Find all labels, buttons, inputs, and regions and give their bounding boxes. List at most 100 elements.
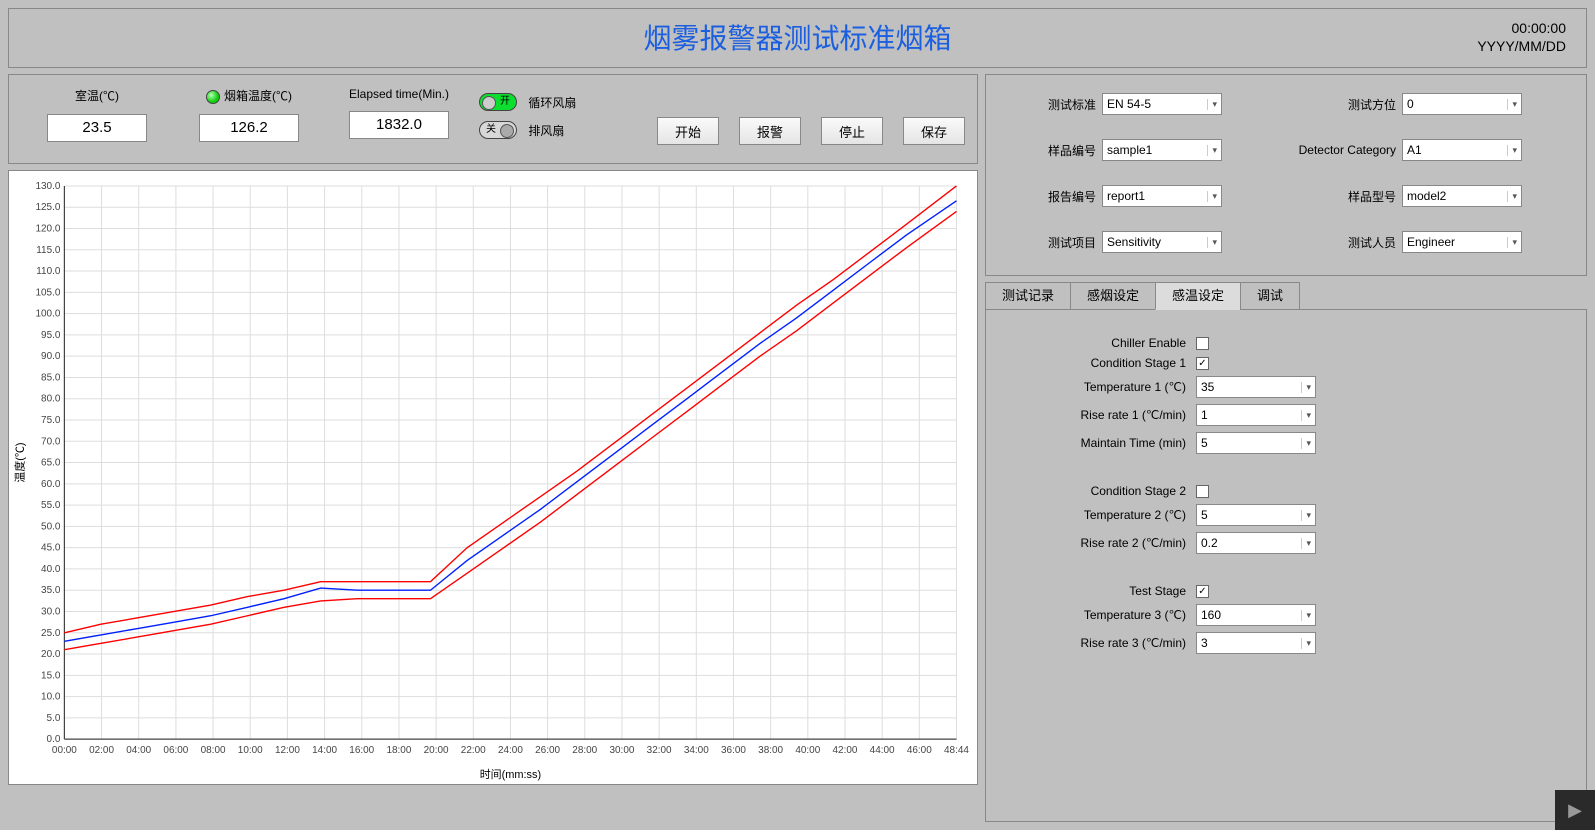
tab-area: 测试记录 感烟设定 感温设定 调试 Chiller Enable Conditi… [985,282,1587,822]
svg-text:105.0: 105.0 [35,287,60,298]
test-orientation-combo[interactable]: 0▾ [1402,93,1522,115]
temp2-label: Temperature 2 (℃) [986,508,1186,522]
maintain-combo[interactable]: 5▾ [1196,432,1316,454]
svg-text:12:00: 12:00 [275,745,300,756]
chevron-down-icon: ▾ [1301,382,1311,393]
tab-temp-settings[interactable]: 感温设定 [1155,282,1241,310]
test-stage-checkbox[interactable]: ✓ [1196,585,1209,598]
svg-text:42:00: 42:00 [833,745,858,756]
svg-text:40:00: 40:00 [795,745,820,756]
svg-text:温度(℃): 温度(℃) [13,442,27,482]
room-temp-value: 23.5 [47,114,147,142]
chiller-enable-checkbox[interactable] [1196,337,1209,350]
test-standard-label: 测试标准 [986,96,1096,113]
svg-text:30:00: 30:00 [609,745,634,756]
svg-text:10:00: 10:00 [238,745,263,756]
svg-text:10.0: 10.0 [41,692,61,703]
elapsed-value: 1832.0 [349,111,449,139]
svg-text:100.0: 100.0 [35,309,60,320]
exhaust-fan-label: 排风扇 [528,124,564,138]
tester-combo[interactable]: Engineer▾ [1402,231,1522,253]
start-button[interactable]: 开始 [657,117,719,145]
sample-id-combo[interactable]: sample1▾ [1102,139,1222,161]
chamber-temp-block: 烟箱温度(℃) 126.2 [179,87,319,142]
room-temp-block: 室温(℃) 23.5 [37,87,157,142]
stop-button[interactable]: 停止 [821,117,883,145]
svg-text:110.0: 110.0 [36,266,61,277]
svg-text:26:00: 26:00 [535,745,560,756]
chevron-down-icon: ▾ [1507,191,1517,202]
chat-widget-icon[interactable]: ▶ [1555,790,1595,830]
rate1-combo[interactable]: 1▾ [1196,404,1316,426]
chiller-enable-label: Chiller Enable [986,336,1186,350]
detector-category-combo[interactable]: A1▾ [1402,139,1522,161]
svg-text:75.0: 75.0 [41,415,61,426]
header-frame: 烟雾报警器测试标准烟箱 00:00:00 YYYY/MM/DD [8,8,1587,68]
sample-model-combo[interactable]: model2▾ [1402,185,1522,207]
chevron-down-icon: ▾ [1507,237,1517,248]
test-orientation-label: 测试方位 [1286,96,1396,113]
alarm-button[interactable]: 报警 [739,117,801,145]
clock-date: YYYY/MM/DD [1477,37,1566,55]
svg-text:80.0: 80.0 [41,394,61,405]
datetime-display: 00:00:00 YYYY/MM/DD [1477,19,1566,55]
chevron-down-icon: ▾ [1301,438,1311,449]
svg-text:65.0: 65.0 [41,458,61,469]
right-panel: 测试标准 EN 54-5▾ 测试方位 0▾ 样品编号 sample1▾ Dete… [985,74,1587,822]
tab-test-record[interactable]: 测试记录 [985,282,1071,310]
stage2-label: Condition Stage 2 [986,484,1186,498]
exhaust-fan-toggle[interactable]: 关 [479,121,517,139]
report-id-combo[interactable]: report1▾ [1102,185,1222,207]
tab-smoke-settings[interactable]: 感烟设定 [1070,282,1156,310]
svg-text:28:00: 28:00 [572,745,597,756]
temp3-combo[interactable]: 160▾ [1196,604,1316,626]
chevron-down-icon: ▾ [1301,638,1311,649]
svg-text:55.0: 55.0 [41,500,61,511]
temp1-combo[interactable]: 35▾ [1196,376,1316,398]
maintain-label: Maintain Time (min) [986,436,1186,450]
test-item-combo[interactable]: Sensitivity▾ [1102,231,1222,253]
tab-content-temp-settings: Chiller Enable Condition Stage 1✓ Temper… [985,309,1587,822]
svg-text:85.0: 85.0 [41,372,61,383]
stage1-checkbox[interactable]: ✓ [1196,357,1209,370]
sample-id-label: 样品编号 [986,142,1096,159]
tab-debug[interactable]: 调试 [1240,282,1300,310]
action-button-row: 开始 报警 停止 保存 [657,117,965,145]
test-item-label: 测试项目 [986,234,1096,251]
save-button[interactable]: 保存 [903,117,965,145]
svg-text:115.0: 115.0 [36,245,61,256]
svg-text:38:00: 38:00 [758,745,783,756]
svg-text:36:00: 36:00 [721,745,746,756]
chamber-temp-label: 烟箱温度(℃) [179,87,319,104]
svg-text:35.0: 35.0 [41,585,61,596]
rate1-label: Rise rate 1 (℃/min) [986,408,1186,422]
svg-text:90.0: 90.0 [41,351,61,362]
chevron-down-icon: ▾ [1301,410,1311,421]
chevron-down-icon: ▾ [1301,610,1311,621]
test-standard-combo[interactable]: EN 54-5▾ [1102,93,1222,115]
svg-text:15.0: 15.0 [41,670,61,681]
rate3-combo[interactable]: 3▾ [1196,632,1316,654]
tester-label: 测试人员 [1286,234,1396,251]
test-stage-label: Test Stage [986,584,1186,598]
stage2-checkbox[interactable] [1196,485,1209,498]
cycle-fan-toggle[interactable]: 开 [479,93,517,111]
chevron-down-icon: ▾ [1507,145,1517,156]
chevron-down-icon: ▾ [1507,99,1517,110]
fan-controls: 开 循环风扇 关 排风扇 [479,93,576,139]
svg-text:34:00: 34:00 [684,745,709,756]
elapsed-block: Elapsed time(Min.) 1832.0 [329,87,469,139]
svg-text:125.0: 125.0 [35,202,60,213]
app-title: 烟雾报警器测试标准烟箱 [9,9,1586,69]
elapsed-label: Elapsed time(Min.) [329,87,469,101]
rate2-combo[interactable]: 0.2▾ [1196,532,1316,554]
clock-time: 00:00:00 [1477,19,1566,37]
sample-model-label: 样品型号 [1286,188,1396,205]
svg-text:0.0: 0.0 [47,734,61,745]
svg-text:130.0: 130.0 [35,181,60,192]
chevron-down-icon: ▾ [1301,510,1311,521]
svg-text:46:00: 46:00 [907,745,932,756]
svg-text:45.0: 45.0 [41,543,61,554]
svg-text:70.0: 70.0 [41,436,61,447]
temp2-combo[interactable]: 5▾ [1196,504,1316,526]
